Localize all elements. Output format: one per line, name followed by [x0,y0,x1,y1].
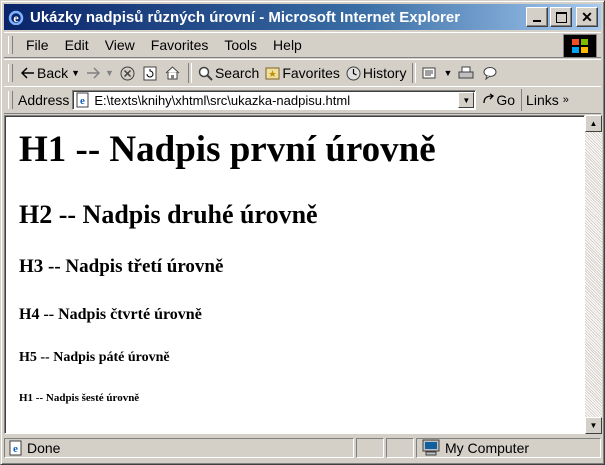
mail-button[interactable]: ▼ [419,61,455,85]
page-done-icon: e [9,440,22,456]
address-input[interactable]: e E:\texts\knihy\xhtml\src\ukazka-nadpis… [72,90,477,110]
status-text: Done [27,440,61,456]
heading-4: H4 -- Nadpis čtvrté úrovně [19,306,202,323]
status-text-panel: e Done [4,438,354,458]
go-arrow-icon [483,93,495,104]
discuss-icon [483,67,497,80]
heading-2: H2 -- Nadpis druhé úrovně [19,200,318,229]
browser-window: e Ukázky nadpisů různých úrovní - Micros… [0,0,605,465]
menu-favorites[interactable]: Favorites [143,33,217,57]
back-arrow-icon [21,67,34,79]
forward-button[interactable]: ▼ [83,61,117,85]
chevron-right-icon: » [562,94,569,106]
computer-icon [422,439,440,456]
menu-tools[interactable]: Tools [216,33,265,57]
window-title: Ukázky nadpisů různých úrovní - Microsof… [30,8,461,26]
toolbar-grip[interactable] [8,64,13,82]
title-bar[interactable]: e Ukázky nadpisů různých úrovní - Micros… [4,4,601,30]
minimize-icon [533,20,541,22]
svg-text:e: e [80,95,85,107]
search-icon [198,66,213,81]
menu-help[interactable]: Help [265,33,310,57]
minimize-button[interactable] [526,7,548,27]
discuss-button[interactable] [479,61,503,85]
menu-view[interactable]: View [97,33,143,57]
status-panel-progress [356,438,384,458]
status-bar: e Done My Computer [4,436,601,460]
menu-bar: File Edit View Favorites Tools Help [4,32,601,58]
back-dropdown-icon[interactable]: ▼ [71,68,80,78]
back-label: Back [37,65,69,81]
status-panel-security [386,438,414,458]
stop-icon [120,66,135,80]
history-label: History [362,65,407,81]
home-icon [165,66,180,80]
mail-icon [422,67,436,79]
scroll-up-button[interactable]: ▲ [585,115,602,132]
page-content[interactable]: H1 -- Nadpis první úrovně H2 -- Nadpis d… [4,115,585,434]
status-zone: My Computer [445,440,530,456]
menubar-grip[interactable] [8,36,13,54]
history-icon [346,66,361,80]
stop-button[interactable] [117,61,140,85]
refresh-button[interactable] [140,61,162,85]
search-button[interactable]: Search [195,61,262,85]
addressbar-grip[interactable] [8,91,13,109]
address-url: E:\texts\knihy\xhtml\src\ukazka-nadpisu.… [94,92,351,108]
menu-edit[interactable]: Edit [57,33,97,57]
scroll-down-button[interactable]: ▼ [585,417,602,434]
vertical-scrollbar[interactable]: ▲ ▼ [585,115,602,434]
favorites-button[interactable]: Favorites [262,61,343,85]
close-button[interactable]: ✕ [576,7,598,27]
heading-1: H1 -- Nadpis první úrovně [19,129,436,170]
go-button[interactable]: Go [482,92,515,108]
favorites-icon [265,67,280,80]
forward-arrow-icon [87,67,101,79]
toolbar-separator [187,63,192,83]
search-label: Search [214,65,260,81]
refresh-icon [143,66,157,80]
history-button[interactable]: History [343,61,410,85]
maximize-button[interactable] [550,7,572,27]
address-dropdown-icon[interactable]: ▼ [458,92,475,108]
maximize-icon [555,11,567,23]
status-zone-panel: My Computer [416,438,601,458]
heading-3: H3 -- Nadpis třetí úrovně [19,256,224,277]
standard-toolbar: Back ▼ ▼ Search Favorites History ▼ [4,59,601,87]
address-bar: Address e E:\texts\knihy\xhtml\src\ukazk… [4,86,601,114]
forward-dropdown-icon[interactable]: ▼ [105,68,114,78]
favorites-label: Favorites [282,65,340,81]
address-label: Address [18,92,70,108]
home-button[interactable] [162,61,185,85]
svg-text:e: e [13,11,19,25]
page-icon: e [76,92,89,108]
links-label: Links [526,92,559,108]
heading-5: H5 -- Nadpis páté úrovně [19,350,170,365]
arrow-down-icon: ▼ [589,421,598,430]
menu-file[interactable]: File [18,33,57,57]
toolbar-separator [412,63,417,83]
ie-logo-icon: e [8,10,24,25]
back-button[interactable]: Back ▼ [18,61,83,85]
heading-6: H1 -- Nadpis šesté úrovně [19,392,140,404]
links-button[interactable]: Links » [521,89,569,111]
print-icon [458,66,474,79]
mail-dropdown-icon[interactable]: ▼ [443,68,452,78]
print-button[interactable] [455,61,479,85]
go-label: Go [496,92,516,108]
svg-text:e: e [13,443,18,455]
arrow-up-icon: ▲ [589,119,598,128]
windows-logo-icon [563,34,597,58]
close-icon: ✕ [581,8,593,25]
